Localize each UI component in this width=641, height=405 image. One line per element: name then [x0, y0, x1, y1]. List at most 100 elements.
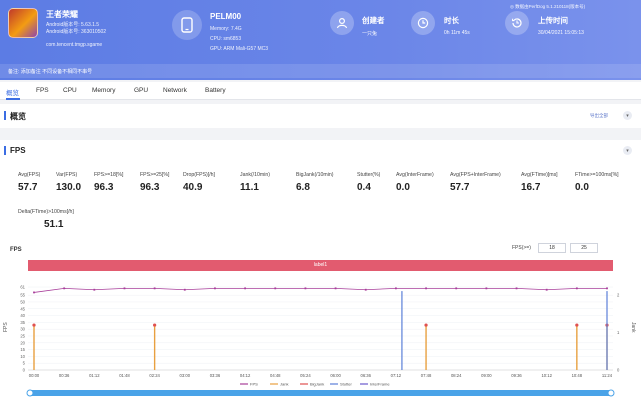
metric-value: 11.1 — [240, 182, 259, 193]
tab-memory[interactable]: Memory — [92, 87, 115, 94]
tab-battery[interactable]: Battery — [205, 87, 226, 94]
app-icon — [8, 8, 38, 38]
metric-delta-ftime: Delta(FTime)>100ms[/h] 51.1 — [18, 209, 74, 230]
metric-label: Var(FPS) — [56, 172, 78, 178]
section-marker — [4, 111, 6, 120]
fps-point — [334, 287, 337, 290]
duration-value: 0h 11m 45s — [444, 30, 470, 36]
tab-network[interactable]: Network — [163, 87, 187, 94]
metric-jank: Jank(/10min) 11.1 — [240, 172, 270, 193]
fps-series-line — [33, 287, 607, 293]
x-tick-label: 10:12 — [541, 373, 552, 378]
x-tick-label: 04:48 — [270, 373, 281, 378]
y-tick-label: 35 — [20, 320, 25, 325]
phone-icon — [172, 10, 202, 40]
metric-var-fps: Var(FPS) 130.0 — [56, 172, 81, 193]
tab-fps[interactable]: FPS — [36, 87, 49, 94]
bigjank-point — [575, 323, 579, 327]
metric-value: 57.7 — [18, 182, 38, 193]
tab-gpu[interactable]: GPU — [134, 87, 148, 94]
user-icon — [330, 11, 354, 35]
export-all-link[interactable]: 导出全部 — [590, 113, 608, 119]
tab-cpu[interactable]: CPU — [63, 87, 77, 94]
metric-avg-fps-interframe: Avg(FPS+InterFrame) 57.7 — [450, 172, 501, 193]
note-bar[interactable]: 备注: 添加备注 不同设备不相同不串号 — [0, 64, 641, 78]
y2-axis-label: Jank — [630, 322, 636, 333]
x-tick-label: 10:48 — [572, 373, 583, 378]
fps-point — [93, 288, 96, 291]
metric-avg-fps: Avg(FPS) 57.7 — [18, 172, 40, 193]
section-marker — [4, 146, 6, 155]
metric-label: FPS>=18[%] — [94, 172, 124, 178]
fps-point — [183, 288, 186, 291]
metric-avg-interframe: Avg(InterFrame) 0.0 — [396, 172, 434, 193]
y2-tick-label: 2 — [617, 293, 620, 298]
y-tick-label: 10 — [20, 354, 25, 359]
package-name: com.tencent.tmgp.sgame — [46, 42, 103, 48]
fps-chart[interactable]: FPS Jank 615550454035302520151050 210 00… — [0, 275, 641, 405]
metric-label: Jank(/10min) — [240, 172, 270, 178]
metric-label: Avg(FPS+InterFrame) — [450, 172, 501, 178]
metric-label: FTime>=100ms[%] — [575, 172, 619, 178]
metric-ftime-100: FTime>=100ms[%] 0.0 — [575, 172, 619, 193]
fps-point — [545, 288, 548, 291]
fps-filter-label: FPS(>=) — [512, 245, 531, 251]
fps-point — [485, 287, 488, 290]
report-header: 王者荣耀 Android版本号: 5.63.1.5 Android版本号: 36… — [0, 0, 641, 80]
x-tick-label: 08:24 — [451, 373, 462, 378]
active-tab-indicator — [6, 98, 20, 100]
tab-overview[interactable]: 概览 — [6, 87, 19, 97]
timeline-scrollbar[interactable] — [28, 390, 613, 396]
metric-value: 40.9 — [183, 182, 203, 193]
history-icon — [505, 11, 529, 35]
collapse-toggle-icon[interactable]: ▾ — [623, 146, 632, 155]
x-tick-label: 06:36 — [360, 373, 371, 378]
y-tick-label: 45 — [20, 306, 25, 311]
y-axis-label: FPS — [3, 322, 9, 332]
metric-value: 0.4 — [357, 182, 371, 193]
metric-label: Delta(FTime)>100ms[/h] — [18, 209, 74, 215]
chart-title: FPS — [10, 247, 22, 253]
fps-point — [33, 291, 35, 294]
x-tick-label: 03:36 — [210, 373, 221, 378]
metric-value: 130.0 — [56, 182, 82, 193]
fps-threshold-input-2[interactable]: 25 — [570, 243, 598, 253]
collapse-toggle-icon[interactable]: ▾ — [623, 111, 632, 120]
fps-point — [606, 287, 608, 290]
x-tick-label: 01:48 — [119, 373, 130, 378]
creator-label: 创建者 — [362, 16, 385, 25]
metric-label: Drop(FPS)[/h] — [183, 172, 215, 178]
metric-label: FPS>=25[%] — [140, 172, 170, 178]
fps-threshold-input-1[interactable]: 18 — [538, 243, 566, 253]
x-tick-label: 05:24 — [300, 373, 311, 378]
scrollbar-handle-left[interactable] — [26, 389, 34, 397]
upload-time-value: 30/04/2021 15:05:13 — [538, 30, 584, 36]
android-version: Android版本号: 5.63.1.5 — [46, 22, 100, 28]
x-tick-label: 09:36 — [511, 373, 522, 378]
scrollbar-handle-right[interactable] — [607, 389, 615, 397]
legend-item: FPS — [250, 382, 258, 387]
fps-point — [123, 287, 126, 290]
clock-icon — [411, 11, 435, 35]
fps-point — [153, 287, 156, 290]
metric-label: BigJank(/10min) — [296, 172, 334, 178]
y2-tick-label: 1 — [617, 330, 620, 335]
metric-fps-25: FPS>=25[%] 96.3 — [140, 172, 169, 193]
fps-point — [394, 287, 397, 290]
device-gpu: GPU: ARM Mali-G57 MC3 — [210, 46, 269, 52]
metric-label: Avg(FTime)[ms] — [521, 172, 558, 178]
version-info: ◎ 数据由PerfDog 5.1.210118(版本号) — [510, 4, 586, 9]
x-tick-label: 02:24 — [149, 373, 160, 378]
fps-point — [274, 287, 277, 290]
bigjank-point — [424, 323, 428, 327]
legend-item: BigJank — [310, 382, 324, 387]
metric-value: 0.0 — [575, 182, 589, 193]
fps-point — [455, 287, 458, 290]
scene-label-bar[interactable]: label1 — [28, 260, 613, 271]
y-tick-label: 50 — [20, 299, 25, 304]
fps-point — [364, 288, 367, 291]
fps-title: FPS — [10, 146, 26, 155]
y-tick-label: 15 — [20, 347, 25, 352]
legend-item: Stutter — [340, 382, 352, 387]
y-tick-label: 25 — [20, 333, 25, 338]
